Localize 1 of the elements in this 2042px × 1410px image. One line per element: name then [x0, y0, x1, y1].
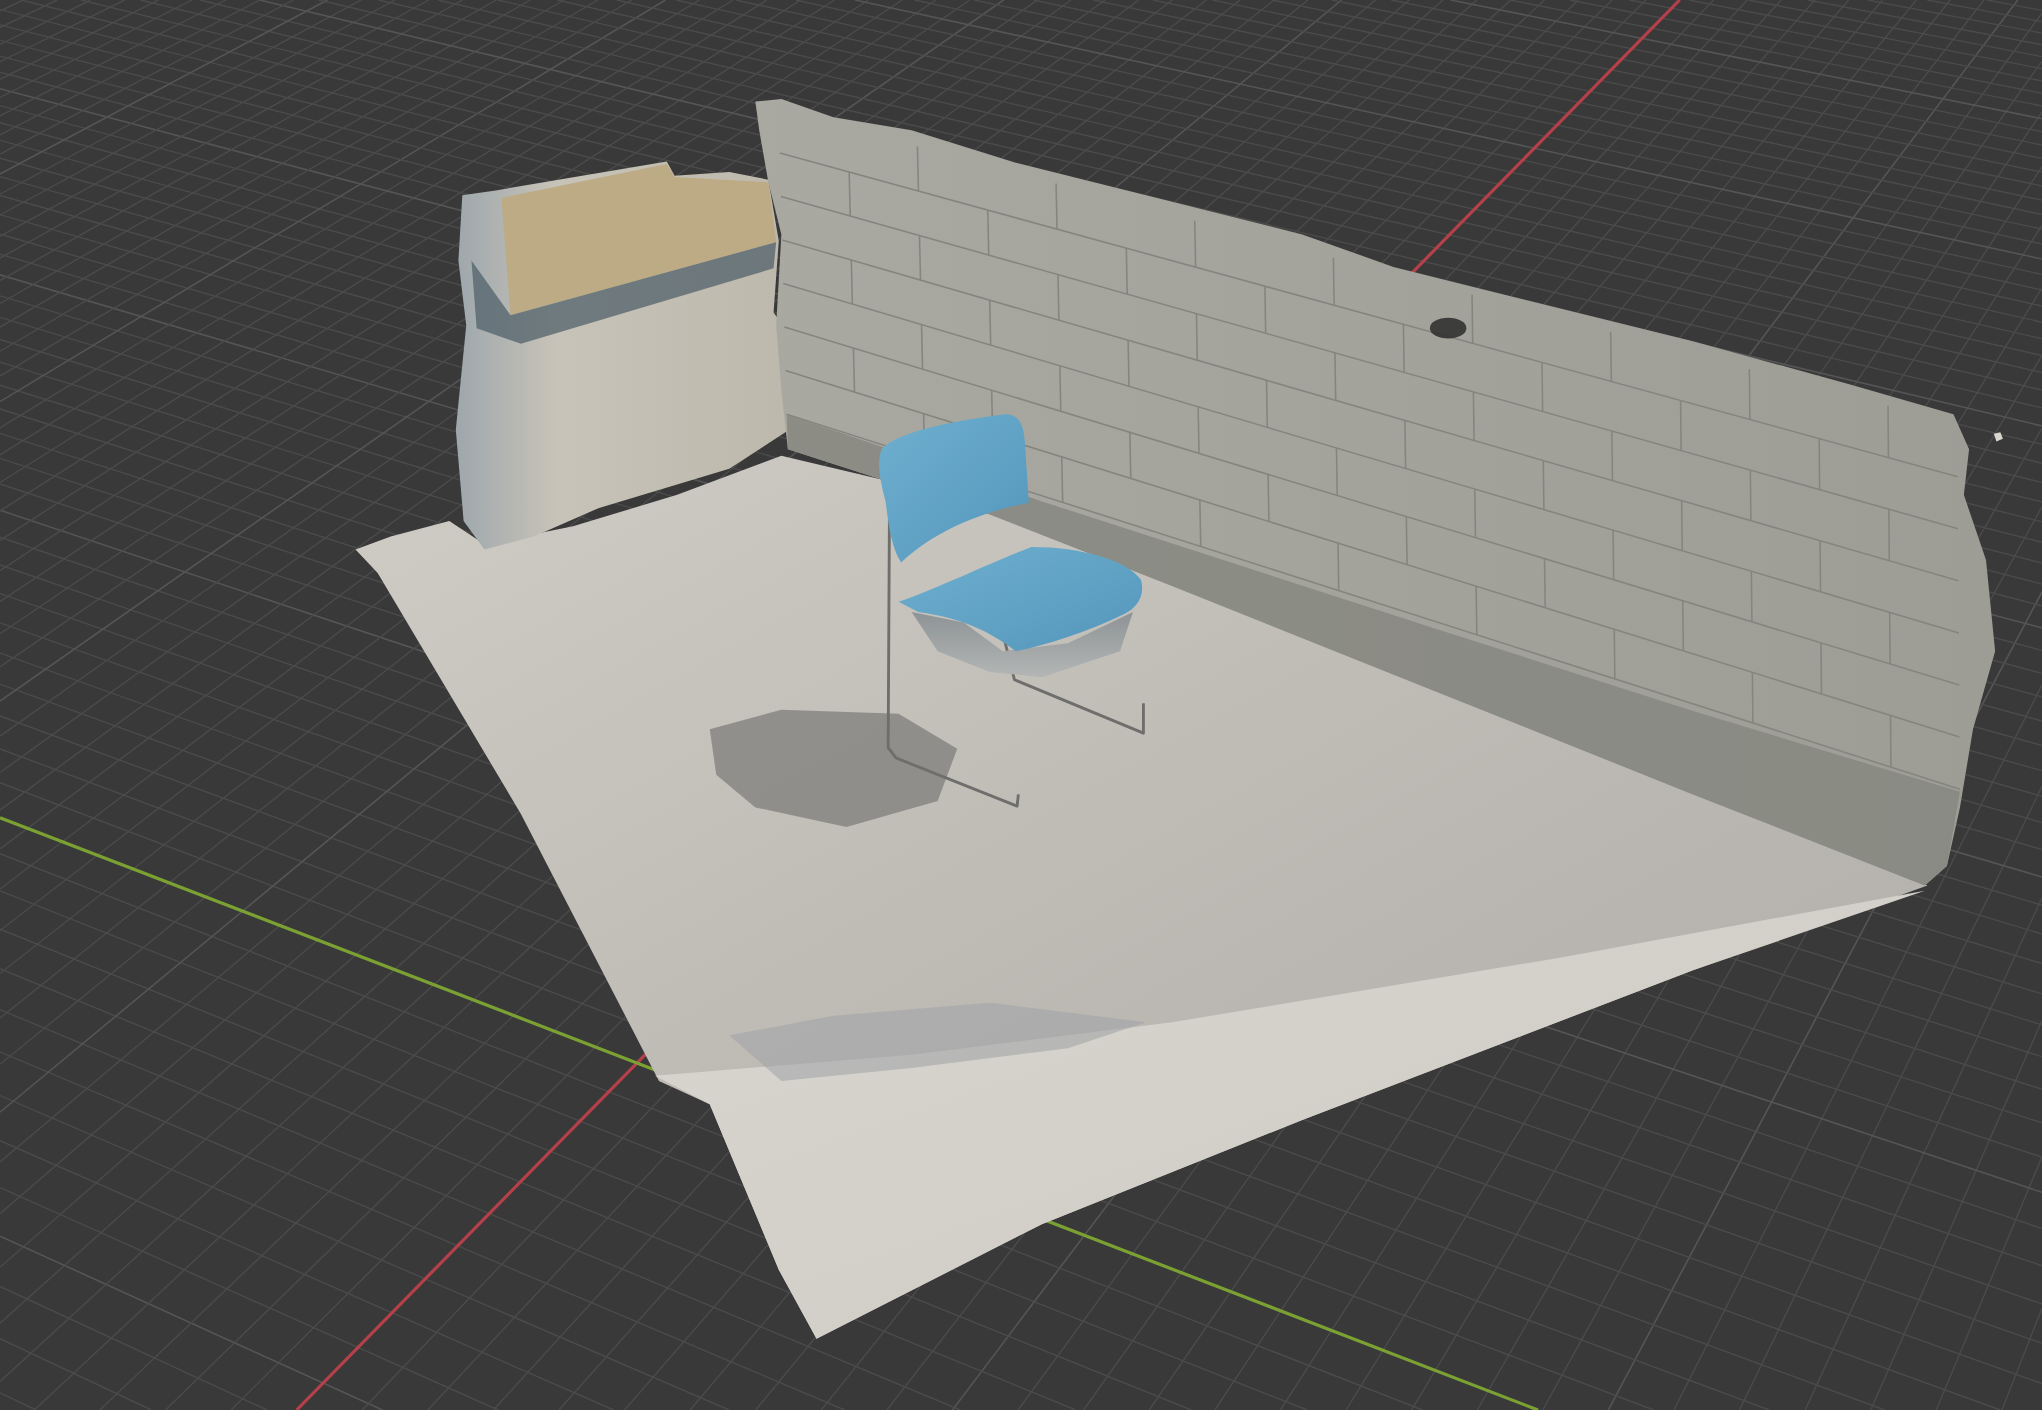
- debris-fragment: [1993, 432, 2003, 442]
